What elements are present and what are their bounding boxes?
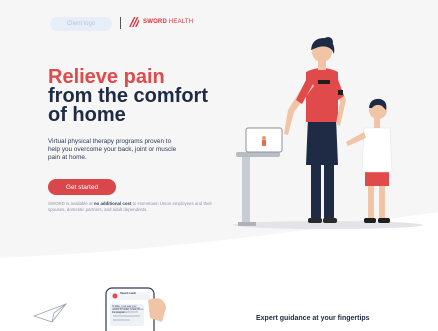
stand-pole [242,155,250,225]
hero-subtext: Virtual physical therapy programs proven… [48,138,177,161]
tablet-icon [245,127,283,153]
sword-health-logo[interactable]: SWORD HEALTH [128,16,193,28]
sword-health-wordmark: SWORD HEALTH [143,19,193,25]
brand-suffix: HEALTH [167,19,194,25]
hero-headline: Relieve pain from the comfort of home [48,67,238,126]
sword-logo-icon [129,17,139,27]
section-title: Expert guidance at your fingertips [256,315,370,322]
brand-name: SWORD [143,19,167,25]
hero-illustration [233,37,423,229]
client-logo: Client logo [50,17,112,31]
get-started-button[interactable]: Get started [48,179,116,195]
disclaimer-prefix: SWORD is available at [48,201,94,206]
headline-line-3: of home [48,104,126,126]
eligibility-disclaimer: SWORD is available at no additional cost… [48,201,223,213]
app-preview-illustration [32,287,166,331]
chat-message: Hi Mike, I just saw your results for tod… [112,305,144,314]
disclaimer-bold: no additional cost [93,201,132,206]
paper-plane-icon [32,303,68,323]
logo-divider [120,17,121,29]
child-illustration [346,98,393,223]
woman-illustration [284,37,346,223]
stand-top [236,152,280,157]
chat-sender: Sword coach [120,292,137,295]
